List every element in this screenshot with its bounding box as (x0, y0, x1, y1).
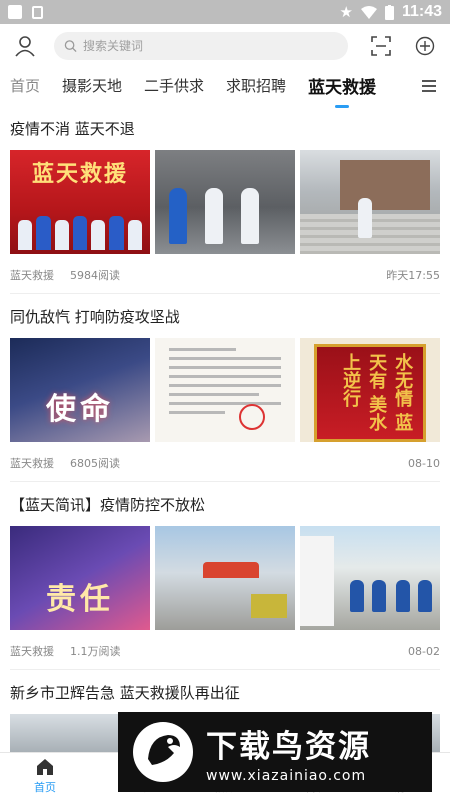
article-reads: 5984阅读 (70, 269, 120, 282)
search-icon (64, 40, 77, 53)
scan-icon[interactable] (366, 31, 396, 61)
article-source: 蓝天救援 (10, 457, 54, 470)
tab-second-hand[interactable]: 二手供求 (144, 75, 204, 100)
article-image[interactable] (300, 150, 440, 254)
tabs-menu-icon[interactable] (422, 80, 436, 95)
article-image[interactable] (155, 150, 295, 254)
article-image[interactable]: 使命 (10, 338, 150, 442)
tab-photography[interactable]: 摄影天地 (62, 75, 122, 100)
nav-label: 首页 (34, 781, 56, 794)
battery-icon (384, 4, 394, 20)
article-source: 蓝天救援 (10, 269, 54, 282)
article-item[interactable]: 【蓝天简讯】疫情防控不放松 责任 蓝天救援 1.1万阅读 08-02 (10, 482, 440, 670)
tab-home[interactable]: 首页 (10, 75, 40, 100)
wifi-icon (360, 5, 377, 19)
article-image[interactable]: 责任 (10, 526, 150, 630)
image-caption: 蓝天救援 (31, 161, 128, 187)
article-date: 08-10 (408, 456, 440, 470)
article-item[interactable]: 同仇敌忾 打响防疫攻坚战 使命 水无情 蓝天有 美水上逆行 蓝天救援 6805阅… (10, 294, 440, 482)
image-caption: 责任 (46, 582, 114, 617)
article-title[interactable]: 新乡市卫辉告急 蓝天救援队再出征 (10, 682, 440, 703)
status-time: 11:43 (401, 3, 442, 20)
article-image[interactable] (155, 526, 295, 630)
image-caption: 使命 (45, 392, 114, 427)
sim-icon (32, 5, 43, 19)
watermark-overlay: 下载鸟资源 www.xiazainiao.com (118, 712, 432, 792)
article-date: 08-02 (408, 644, 440, 658)
article-title[interactable]: 【蓝天简讯】疫情防控不放松 (10, 494, 440, 515)
stamp-icon (239, 404, 266, 430)
search-input[interactable] (83, 39, 338, 53)
article-feed: 疫情不消 蓝天不退 蓝天救援 蓝天救援 5984阅读 昨天17:55 同仇敌忾 … (0, 106, 450, 762)
watermark-name: 下载鸟资源 (206, 728, 371, 765)
home-icon (37, 759, 53, 775)
bird-logo-icon (133, 722, 193, 782)
article-reads: 6805阅读 (70, 457, 120, 470)
tab-jobs[interactable]: 求职招聘 (226, 75, 286, 100)
tab-blue-sky-rescue[interactable]: 蓝天救援 (308, 73, 376, 108)
article-item[interactable]: 疫情不消 蓝天不退 蓝天救援 蓝天救援 5984阅读 昨天17:55 (10, 106, 440, 294)
article-image[interactable] (154, 338, 296, 442)
article-source: 蓝天救援 (10, 645, 54, 658)
article-meta: 蓝天救援 1.1万阅读 08-02 (10, 643, 440, 659)
article-image[interactable] (300, 526, 440, 630)
image-caption: 水无情 蓝天有 美水上逆行 (340, 353, 414, 432)
user-icon[interactable] (10, 31, 40, 61)
top-bar (0, 24, 450, 68)
article-reads: 1.1万阅读 (70, 645, 121, 658)
article-thumbnails: 责任 (10, 526, 440, 630)
search-bar[interactable] (54, 32, 348, 60)
status-bar: ★ 11:43 (0, 0, 450, 24)
article-thumbnails: 使命 水无情 蓝天有 美水上逆行 (10, 338, 440, 442)
article-meta: 蓝天救援 6805阅读 08-10 (10, 455, 440, 471)
add-icon[interactable] (410, 31, 440, 61)
article-date: 昨天17:55 (386, 269, 440, 282)
category-tabs: 首页 摄影天地 二手供求 求职招聘 蓝天救援 (0, 68, 450, 108)
article-image[interactable]: 蓝天救援 (10, 150, 150, 254)
article-thumbnails: 蓝天救援 (10, 150, 440, 254)
star-icon: ★ (339, 3, 353, 21)
article-title[interactable]: 同仇敌忾 打响防疫攻坚战 (10, 306, 440, 327)
article-image[interactable]: 水无情 蓝天有 美水上逆行 (300, 338, 440, 442)
article-meta: 蓝天救援 5984阅读 昨天17:55 (10, 267, 440, 283)
app-notification-icon (8, 5, 22, 19)
nav-home[interactable]: 首页 (0, 753, 90, 800)
watermark-url: www.xiazainiao.com (206, 767, 367, 784)
article-title[interactable]: 疫情不消 蓝天不退 (10, 118, 440, 139)
